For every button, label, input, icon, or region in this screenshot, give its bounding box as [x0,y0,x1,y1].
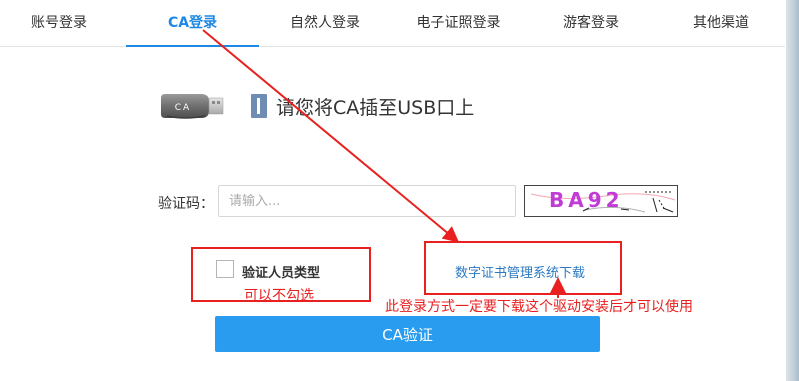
tab-natural-person-login[interactable]: 自然人登录 [262,0,388,46]
login-tabs: 账号登录 CA登录 自然人登录 电子证照登录 游客登录 其他渠道 [0,0,785,47]
person-type-checkbox[interactable] [216,260,234,278]
captcha-label: 验证码： [158,196,214,212]
captcha-image[interactable]: BA92 [524,185,678,217]
usb-instruction: 请您将CA插至USB口上 [276,97,475,119]
captcha-input[interactable] [218,185,516,217]
annotation-download-note: 此登录方式一定要下载这个驱动安装后才可以使用 [385,299,693,315]
annotation-checkbox-note: 可以不勾选 [244,288,314,304]
ca-verify-button[interactable]: CA验证 [215,316,600,352]
tab-ca-login[interactable]: CA登录 [126,0,259,47]
usb-port-icon [251,94,267,118]
person-type-label[interactable]: 验证人员类型 [242,262,320,281]
tab-guest-login[interactable]: 游客登录 [530,0,652,46]
usb-key-icon: CA [161,90,225,122]
tab-e-license-login[interactable]: 电子证照登录 [392,0,525,46]
captcha-text: BA92 [549,188,624,212]
tab-account-login[interactable]: 账号登录 [0,0,118,46]
background-edge [786,0,799,381]
usb-key-label: CA [175,103,191,113]
certificate-manager-download-link[interactable]: 数字证书管理系统下载 [455,262,585,281]
tab-other-channels[interactable]: 其他渠道 [657,0,785,46]
